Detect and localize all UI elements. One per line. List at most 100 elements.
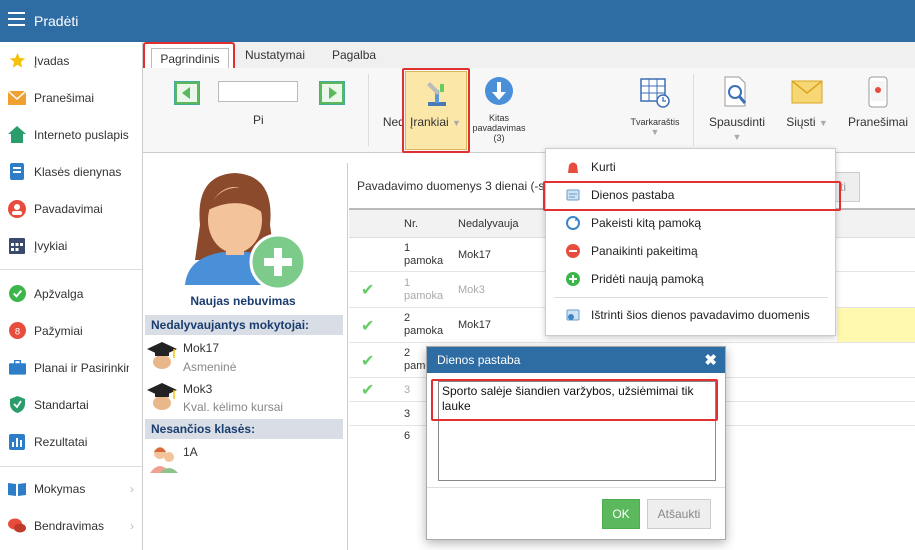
- highlight-cell: [837, 308, 915, 342]
- day-note-dialog: Dienos pastaba ✖ Sporto salėje šiandien …: [426, 346, 726, 540]
- row-nr: 6: [404, 430, 411, 442]
- menu-item-kurti[interactable]: Kurti: [546, 153, 835, 181]
- sidebar: Įvadas Pranešimai Interneto puslapis Kla…: [0, 42, 143, 550]
- column-absent: Nedalyvauja: [458, 218, 519, 230]
- envelope-icon: [8, 89, 26, 107]
- menu-item-prideti[interactable]: Pridėti naują pamoką: [546, 265, 835, 293]
- check-circle-icon: [8, 285, 26, 303]
- sidebar-item-label: Įvykiai: [34, 238, 68, 253]
- day-label: Pi: [253, 113, 264, 127]
- print-label: Spausdinti: [708, 115, 766, 129]
- row-nr: 1: [404, 277, 411, 289]
- dialog-title: Dienos pastaba: [437, 353, 521, 367]
- star-icon: [8, 52, 26, 70]
- close-icon[interactable]: ✖: [704, 351, 717, 369]
- envelope-icon: [791, 80, 823, 104]
- download-arrow-icon: [485, 77, 513, 105]
- row-absent: Mok17: [458, 319, 492, 331]
- ok-button[interactable]: OK: [602, 499, 640, 529]
- row-unit: pamoka: [404, 325, 444, 337]
- sidebar-item-label: Planai ir Pasirinkimai: [34, 360, 129, 375]
- sidebar-item-apzvalga[interactable]: Apžvalga: [0, 275, 142, 312]
- menu-divider: [554, 297, 828, 298]
- ribbon-separator: [693, 74, 694, 146]
- ribbon: Pi Nedalyvauja ▼ Kitas pavadavimas (3) T…: [143, 68, 915, 153]
- graduation-cap-icon: [147, 383, 177, 410]
- send-button[interactable]: Siųsti ▼: [773, 80, 841, 129]
- calendar-icon: [8, 237, 26, 255]
- row-nr: 1: [404, 242, 411, 254]
- cancel-button[interactable]: Atšaukti: [647, 499, 711, 529]
- swap-icon: [566, 216, 580, 230]
- home-icon: [8, 126, 26, 144]
- class-name[interactable]: 1A: [183, 445, 198, 459]
- row-nr: 2: [404, 312, 411, 324]
- dialog-header: Dienos pastaba ✖: [427, 347, 725, 373]
- sidebar-item-ivadas[interactable]: Įvadas: [0, 42, 142, 79]
- new-absence-button[interactable]: [180, 165, 310, 291]
- sidebar-item-pazymiai[interactable]: 8 Pažymiai: [0, 312, 142, 349]
- sidebar-item-rezultatai[interactable]: Rezultatai: [0, 423, 142, 460]
- row-unit: pamoka: [404, 290, 444, 302]
- graduation-cap-icon: [147, 342, 177, 369]
- menu-item-panaikinti[interactable]: Panaikinti pakeitimą: [546, 237, 835, 265]
- timetable-label: Tvarkaraštis: [630, 117, 680, 127]
- tab-pagalba[interactable]: Pagalba: [332, 48, 376, 62]
- sidebar-item-label: Klasės dienynas: [34, 164, 122, 179]
- menu-item-istrinti[interactable]: Ištrinti šios dienos pavadavimo duomenis: [546, 301, 835, 329]
- app-title[interactable]: Pradėti: [34, 13, 78, 29]
- teacher-name[interactable]: Mok3: [183, 382, 212, 396]
- column-nr: Nr.: [404, 218, 419, 230]
- sidebar-divider: [0, 269, 142, 270]
- sidebar-item-mokymas[interactable]: Mokymas ›: [0, 470, 142, 507]
- previous-day-button[interactable]: [174, 81, 200, 105]
- book-icon: [8, 480, 26, 498]
- menu-item-label: Ištrinti šios dienos pavadavimo duomenis: [591, 308, 810, 322]
- sidebar-item-label: Pažymiai: [34, 323, 83, 338]
- sidebar-item-pavadavimai[interactable]: Pavadavimai: [0, 190, 142, 227]
- teacher-name[interactable]: Mok17: [183, 341, 219, 355]
- absent-teachers-header: Nedalyvaujantys mokytojai:: [145, 315, 343, 335]
- tools-dropdown-menu: Kurti Dienos pastaba Pakeisti kitą pamok…: [545, 148, 836, 336]
- teacher-reason: Kval. kėlimo kursai: [183, 400, 284, 414]
- sidebar-item-ivykiai[interactable]: Įvykiai: [0, 227, 142, 264]
- sidebar-item-bendravimas[interactable]: Bendravimas ›: [0, 507, 142, 544]
- arrow-right-icon: [322, 84, 342, 102]
- dropdown-arrow-icon: ▼: [818, 118, 828, 128]
- add-icon: [566, 272, 580, 286]
- tab-pagrindinis[interactable]: Pagrindinis: [151, 48, 229, 70]
- woman-avatar-icon: [185, 173, 307, 291]
- menu-item-label: Panaikinti pakeitimą: [591, 244, 698, 258]
- briefcase-icon: [8, 359, 26, 377]
- timetable-button[interactable]: Tvarkaraštis ▼: [625, 78, 685, 137]
- next-day-button[interactable]: [319, 81, 345, 105]
- phone-icon: [868, 76, 888, 108]
- print-button[interactable]: Spausdinti ▼: [703, 76, 771, 143]
- sidebar-item-planai[interactable]: Planai ir Pasirinkimai: [0, 349, 142, 386]
- dropdown-arrow-icon: ▼: [650, 127, 660, 137]
- sidebar-item-label: Pavadavimai: [34, 201, 103, 216]
- timetable-icon: [640, 78, 670, 108]
- sidebar-item-interneto-puslapis[interactable]: Interneto puslapis: [0, 116, 142, 153]
- absent-classes-header: Nesančios klasės:: [145, 419, 343, 439]
- bar-chart-icon: [8, 433, 26, 451]
- sidebar-item-label: Apžvalga: [34, 286, 84, 301]
- messages-button[interactable]: Pranešimai: [841, 76, 915, 129]
- new-absence-label: Naujas nebuvimas: [190, 294, 296, 308]
- sidebar-item-standartai[interactable]: Standartai: [0, 386, 142, 423]
- chat-icon: [8, 517, 26, 535]
- sidebar-item-label: Įvadas: [34, 53, 70, 68]
- dropdown-arrow-icon: ▼: [732, 132, 742, 142]
- delete-data-icon: [566, 309, 580, 321]
- sidebar-item-pranesimai[interactable]: Pranešimai: [0, 79, 142, 116]
- menu-icon[interactable]: [8, 12, 25, 26]
- tab-nustatymai[interactable]: Nustatymai: [245, 48, 305, 62]
- menu-item-pakeisti[interactable]: Pakeisti kitą pamoką: [546, 209, 835, 237]
- sidebar-item-label: Interneto puslapis: [34, 127, 129, 142]
- other-substitution-button[interactable]: Kitas pavadavimas (3): [465, 76, 533, 143]
- chevron-right-icon: ›: [130, 518, 134, 533]
- other-substitution-count: (3): [493, 133, 505, 143]
- date-input[interactable]: [218, 81, 298, 102]
- sidebar-item-klases-dienynas[interactable]: Klasės dienynas: [0, 153, 142, 190]
- substitution-data-title: Pavadavimo duomenys 3 dienai (-s): [357, 179, 549, 193]
